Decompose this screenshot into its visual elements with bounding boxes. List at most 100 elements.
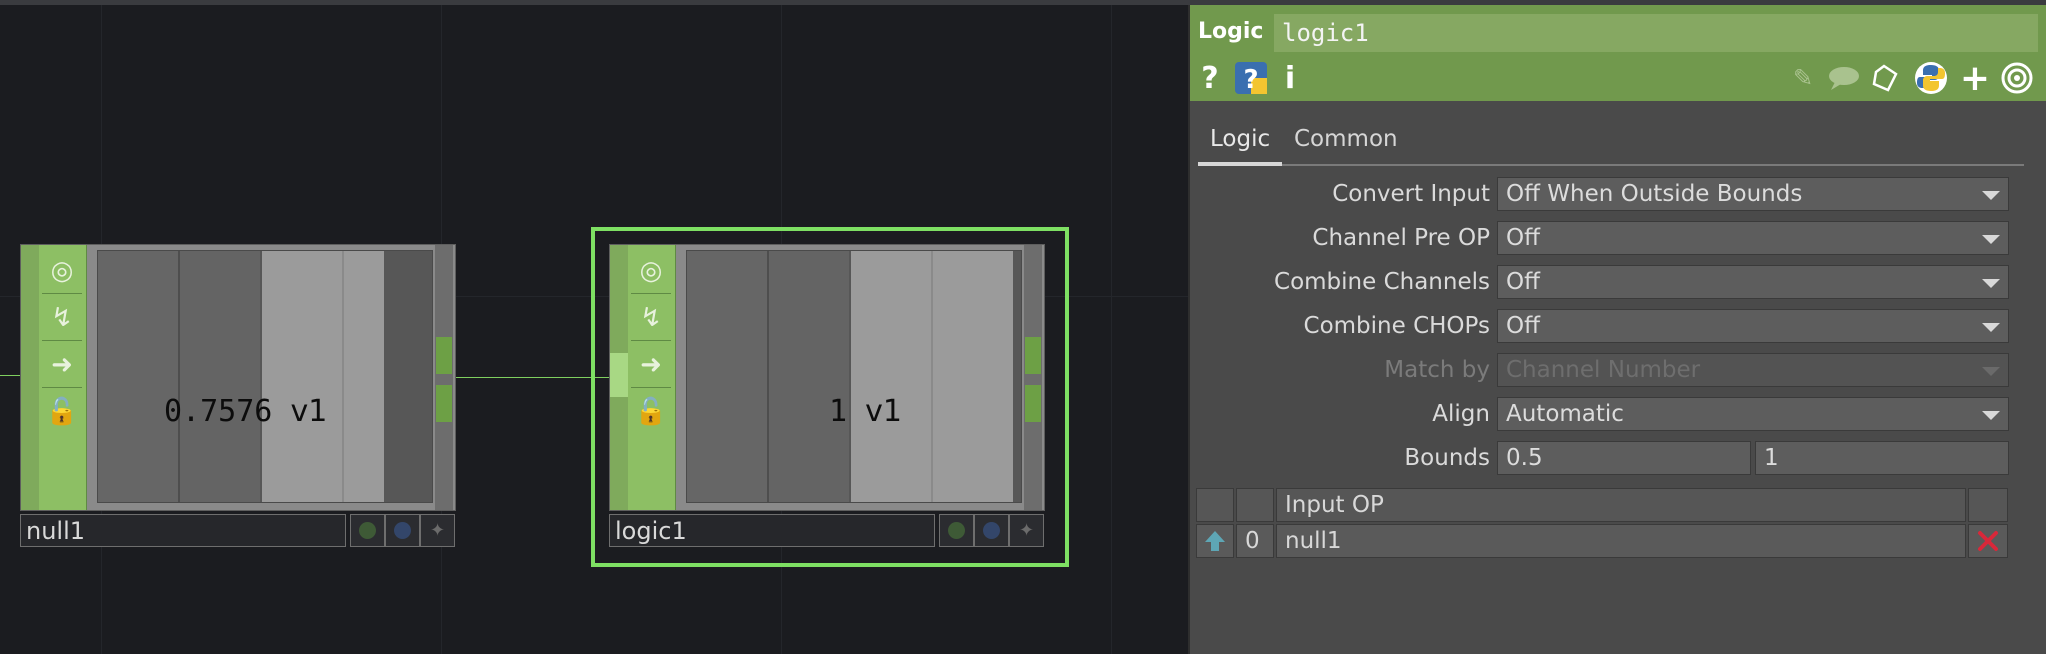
table-header-cell <box>1236 488 1274 522</box>
move-up-button[interactable] <box>1196 524 1234 558</box>
node-name[interactable]: logic1 <box>609 514 935 547</box>
help-icon[interactable]: ? <box>1198 61 1222 96</box>
output-connector[interactable] <box>1025 385 1041 422</box>
output-flag-icon[interactable]: ➜ <box>631 342 671 388</box>
viewer-toggle-icon[interactable]: ◎ <box>42 248 82 294</box>
output-connector[interactable] <box>1025 337 1041 374</box>
param-label: Align <box>1432 401 1490 427</box>
bypass-flag[interactable] <box>939 514 974 547</box>
python-help-icon[interactable]: ? <box>1234 61 1268 95</box>
node-body[interactable]: ◎ ↯ ➜ 🔓 0.7576 v1 <box>20 244 456 511</box>
info-icon[interactable]: i <box>1280 61 1300 96</box>
node-value: 0.7576 v1 <box>164 394 328 429</box>
output-flag-icon[interactable]: ➜ <box>42 342 82 388</box>
node-button-strip: ◎ ↯ ➜ 🔓 <box>39 245 87 510</box>
node-value: 1 v1 <box>829 394 902 429</box>
add-icon[interactable]: + <box>1960 58 1990 99</box>
viewer-flag[interactable]: ✦ <box>420 514 455 547</box>
op-name-field[interactable]: logic1 <box>1274 14 2038 52</box>
bounds-min-field[interactable]: 0.5 <box>1497 441 1751 475</box>
viewer-icon[interactable] <box>2000 61 2034 95</box>
node-body[interactable]: ◎ ↯ ➜ 🔓 1 v1 <box>609 244 1045 511</box>
chart-bar <box>769 251 849 502</box>
combine-chops-menu[interactable]: Off <box>1497 309 2009 343</box>
bypass-dot-icon <box>359 522 376 539</box>
node-name[interactable]: null1 <box>20 514 346 547</box>
node-output-strip <box>1024 245 1042 510</box>
bounds-max-field[interactable]: 1 <box>1755 441 2009 475</box>
cook-flag-icon[interactable]: ↯ <box>631 295 671 341</box>
chevron-down-icon <box>1982 411 2000 420</box>
output-connector[interactable] <box>436 337 452 374</box>
node-left-edge <box>21 245 39 510</box>
row-index: 0 <box>1236 524 1274 558</box>
menu-value: Off <box>1506 225 1540 251</box>
display-flag[interactable] <box>974 514 1009 547</box>
param-row-bounds: Bounds <box>1190 439 1490 477</box>
param-label: Channel Pre OP <box>1312 225 1490 251</box>
chart-bar <box>344 251 384 502</box>
node-button-strip: ◎ ↯ ➜ 🔓 <box>628 245 676 510</box>
param-row-channel-pre-op: Channel Pre OP <box>1190 219 1490 257</box>
chart-bar <box>687 251 767 502</box>
align-menu[interactable]: Automatic <box>1497 397 2009 431</box>
clipboard-icon[interactable] <box>1870 61 1902 95</box>
output-connector[interactable] <box>436 385 452 422</box>
chart-bar <box>262 251 342 502</box>
param-row-match-by: Match by <box>1190 351 1490 389</box>
menu-value: Channel Number <box>1506 357 1701 383</box>
param-label: Combine Channels <box>1274 269 1490 295</box>
param-label: Bounds <box>1404 445 1490 471</box>
svg-text:?: ? <box>1243 65 1258 95</box>
active-tab-indicator <box>1198 162 1282 166</box>
display-dot-icon <box>983 522 1000 539</box>
param-row-combine-channels: Combine Channels <box>1190 263 1490 301</box>
lock-icon[interactable]: 🔓 <box>42 389 82 434</box>
bypass-flag[interactable] <box>350 514 385 547</box>
viewer-flag[interactable]: ✦ <box>1009 514 1044 547</box>
param-label: Combine CHOPs <box>1303 313 1490 339</box>
crosshair-icon: ✦ <box>429 520 446 541</box>
cook-flag-icon[interactable]: ↯ <box>42 295 82 341</box>
lock-icon[interactable]: 🔓 <box>631 389 671 434</box>
input-wire <box>0 375 22 376</box>
edit-icon[interactable]: ✎ <box>1788 61 1818 95</box>
menu-value: Off When Outside Bounds <box>1506 181 1803 207</box>
node-output-strip <box>435 245 453 510</box>
arrow-up-icon <box>1205 531 1225 551</box>
viewer-toggle-icon[interactable]: ◎ <box>631 248 671 294</box>
chart-bar <box>933 251 1013 502</box>
display-flag[interactable] <box>385 514 420 547</box>
param-row-convert-input: Convert Input <box>1190 175 1490 213</box>
tab-logic[interactable]: Logic <box>1210 126 1270 152</box>
parameter-panel: Logic logic1 ? ? i ✎ + Logic Common Conv… <box>1188 5 2046 654</box>
chevron-down-icon <box>1982 191 2000 200</box>
comment-icon[interactable] <box>1826 61 1862 95</box>
tab-common[interactable]: Common <box>1294 126 1398 152</box>
crosshair-icon: ✦ <box>1018 520 1035 541</box>
chevron-down-icon <box>1982 367 2000 376</box>
display-dot-icon <box>394 522 411 539</box>
python-icon[interactable] <box>1914 61 1948 95</box>
combine-channels-menu[interactable]: Off <box>1497 265 2009 299</box>
menu-value: Off <box>1506 269 1540 295</box>
node-viewer: 0.7576 v1 <box>97 250 433 503</box>
close-icon <box>1978 531 1998 551</box>
chart-bar <box>851 251 931 502</box>
chevron-down-icon <box>1982 323 2000 332</box>
input-op-field[interactable]: null1 <box>1276 524 1966 558</box>
chevron-down-icon <box>1982 279 2000 288</box>
table-header-cell <box>1196 488 1234 522</box>
network-editor[interactable]: ◎ ↯ ➜ 🔓 0.7576 v1 null1 ✦ ◎ ↯ ➜ 🔓 1 v1 l… <box>0 5 1188 654</box>
convert-input-menu[interactable]: Off When Outside Bounds <box>1497 177 2009 211</box>
channel-pre-op-menu[interactable]: Off <box>1497 221 2009 255</box>
param-row-combine-chops: Combine CHOPs <box>1190 307 1490 345</box>
chart-bar <box>180 251 260 502</box>
table-header-cell <box>1968 488 2008 522</box>
param-label: Match by <box>1384 357 1490 383</box>
menu-value: Automatic <box>1506 401 1624 427</box>
input-connector[interactable] <box>610 353 628 397</box>
delete-row-button[interactable] <box>1968 524 2008 558</box>
chevron-down-icon <box>1982 235 2000 244</box>
connection-wire[interactable] <box>455 377 610 378</box>
